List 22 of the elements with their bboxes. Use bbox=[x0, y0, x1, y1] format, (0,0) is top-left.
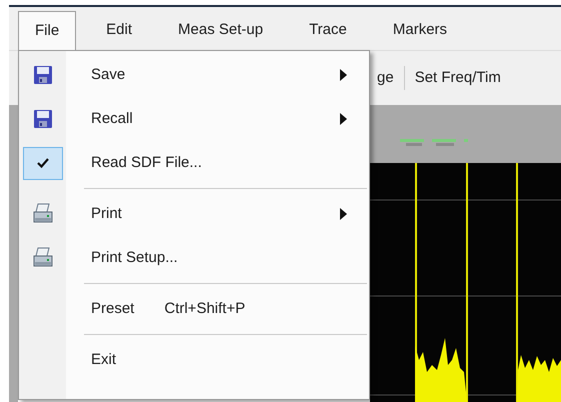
menu-item-label: Preset bbox=[91, 298, 134, 319]
menu-item[interactable]: Recall bbox=[19, 97, 369, 141]
toolbar-button[interactable]: Set Freq/Tim bbox=[414, 66, 501, 90]
shortcut-text: Ctrl+Shift+P bbox=[164, 298, 246, 319]
toolbar-button[interactable]: ge bbox=[377, 66, 394, 90]
menu-item[interactable]: Save bbox=[19, 53, 369, 97]
menu-item[interactable]: Print bbox=[19, 192, 369, 236]
menu-bar-item[interactable]: File bbox=[18, 11, 76, 50]
menu-item-label: Print bbox=[91, 204, 122, 224]
menu-item[interactable]: Print Setup... bbox=[19, 236, 369, 280]
menu-bar-item[interactable]: Edit bbox=[90, 11, 148, 50]
menu-item[interactable]: Read SDF File... bbox=[19, 141, 369, 185]
menu-item-label: Read SDF File... bbox=[91, 152, 202, 173]
menu-item-label: Save bbox=[91, 64, 126, 85]
menu-item-label: Recall bbox=[91, 108, 133, 129]
menu-item-label: Print Setup... bbox=[91, 248, 178, 268]
menu-item[interactable]: Exit bbox=[19, 338, 369, 382]
menu-bar-item[interactable]: Markers bbox=[376, 11, 464, 50]
menu-item[interactable]: Preset Ctrl+Shift+P bbox=[19, 287, 369, 331]
menu-bar-item[interactable]: Trace bbox=[293, 11, 363, 50]
menu-bar-item[interactable]: Meas Set-up bbox=[162, 11, 280, 50]
menu-item-label: Exit bbox=[91, 350, 116, 370]
